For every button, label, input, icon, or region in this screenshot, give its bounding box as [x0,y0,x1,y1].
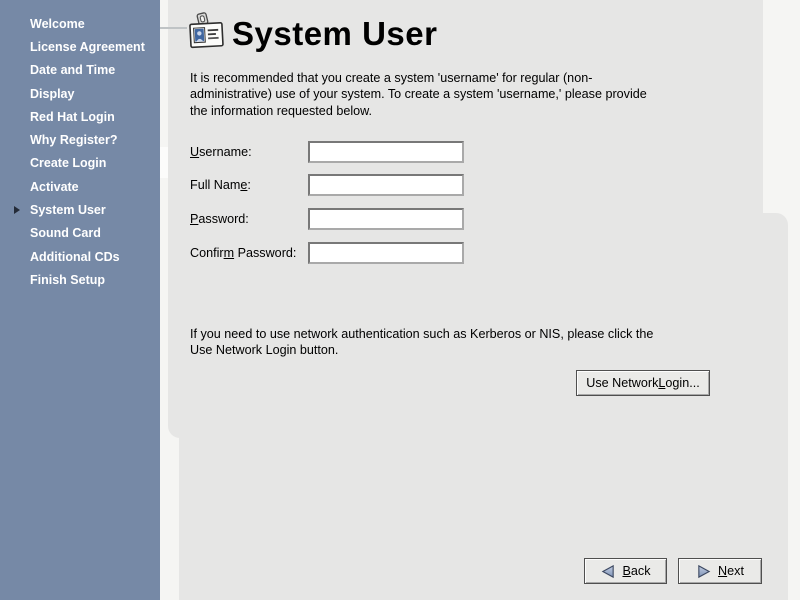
back-button-label: Back [622,564,650,578]
intro-text: It is recommended that you create a syst… [190,70,770,119]
sidebar-item-label: License Agreement [30,40,145,54]
sidebar-item-red-hat-login: Red Hat Login [0,105,160,128]
password-row: Password: [190,208,249,230]
full-name-label: Full Name: [190,174,251,196]
sidebar-item-license-agreement: License Agreement [0,35,160,58]
sidebar-item-finish-setup: Finish Setup [0,268,160,291]
sidebar-item-label: Finish Setup [30,273,105,287]
page-title: System User [232,14,437,54]
next-arrow-icon [696,564,712,579]
sidebar-item-system-user: System User [0,198,160,221]
sidebar-edge-highlight [160,147,168,178]
use-network-login-button[interactable]: Use Network Login... [576,370,710,396]
sidebar-item-label: Date and Time [30,63,115,77]
sidebar-item-label: Welcome [30,17,85,31]
back-button[interactable]: Back [584,558,667,584]
password-input[interactable] [308,208,464,230]
username-input[interactable] [308,141,464,163]
sidebar-item-label: Red Hat Login [30,110,115,124]
sidebar-item-welcome: Welcome [0,12,160,35]
confirm-password-row: Confirm Password: [190,242,296,264]
id-badge-icon [188,12,226,54]
sidebar-item-label: Sound Card [30,226,101,240]
full-name-input[interactable] [308,174,464,196]
username-label: Username: [190,141,252,163]
full-name-row: Full Name: [190,174,251,196]
sidebar-item-why-register: Why Register? [0,128,160,151]
sidebar-item-label: Create Login [30,156,106,170]
sidebar-item-label: Display [30,87,74,101]
sidebar-item-label: Activate [30,180,79,194]
confirm-password-input[interactable] [308,242,464,264]
sidebar-item-additional-cds: Additional CDs [0,245,160,268]
sidebar-connector-line [160,27,187,29]
current-step-arrow-icon [14,205,30,215]
password-label: Password: [190,208,249,230]
sidebar-item-date-and-time: Date and Time [0,59,160,82]
sidebar-item-create-login: Create Login [0,152,160,175]
sidebar-item-sound-card: Sound Card [0,222,160,245]
username-row: Username: [190,141,252,163]
sidebar-item-display: Display [0,82,160,105]
sidebar-item-label: Why Register? [30,133,118,147]
sidebar-item-label: Additional CDs [30,250,120,264]
footer-panel [179,213,788,600]
sidebar-step-list: Welcome License Agreement Date and Time … [0,0,160,600]
next-button[interactable]: Next [678,558,762,584]
confirm-password-label: Confirm Password: [190,242,296,264]
back-arrow-icon [600,564,616,579]
sidebar-item-label: System User [30,203,106,217]
network-auth-text: If you need to use network authenticatio… [190,326,770,359]
sidebar-item-activate: Activate [0,175,160,198]
next-button-label: Next [718,564,744,578]
